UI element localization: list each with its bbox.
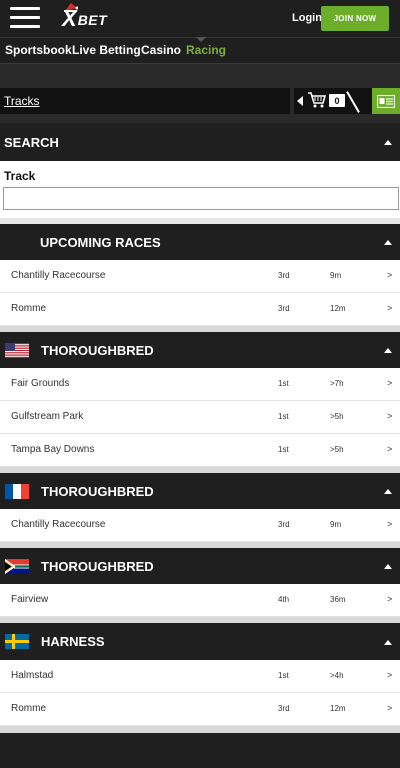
tracks-link[interactable]: Tracks [4,94,40,108]
chevron-right-icon: > [387,594,393,604]
login-link[interactable]: Login [292,12,322,24]
search-panel: Track [0,161,400,218]
track-name: Halmstad [11,670,54,681]
track-name: Tampa Bay Downs [11,444,95,455]
track-name: Romme [11,303,47,314]
chevron-up-icon[interactable] [384,239,392,245]
header-spacer [0,63,400,87]
divider-slash [346,91,360,113]
section-title: THOROUGHBRED [41,558,154,574]
race-number: 3rd [278,704,290,713]
race-number: 1st [278,379,289,388]
track-field-label: Track [4,169,36,183]
harness-se-header[interactable]: HARNESS [0,623,400,660]
thoroughbred-fr-header[interactable]: THOROUGHBRED [0,473,400,509]
id-card-button[interactable] [372,88,400,114]
time-to-post: 36m [330,595,346,604]
top-header: X BET Login JOIN NOW [0,0,400,37]
time-to-post: 9m [330,520,342,529]
section-title: UPCOMING RACES [40,234,161,250]
track-name: Fair Grounds [11,378,70,389]
track-name: Romme [11,703,47,714]
race-number: 3rd [278,271,290,280]
chevron-right-icon: > [387,519,393,529]
nav-racing[interactable]: Racing [186,43,226,57]
list-item[interactable]: Tampa Bay Downs 1st >5h > [0,434,400,467]
race-number: 1st [278,412,289,421]
list-item[interactable]: Romme 3rd 12m > [0,293,400,326]
track-search-input[interactable] [3,187,399,210]
list-item[interactable]: Romme 3rd 12m > [0,693,400,726]
list-item[interactable]: Fair Grounds 1st >7h > [0,368,400,401]
time-to-post: >4h [330,671,344,680]
list-item[interactable]: Chantilly Racecourse 3rd 9m > [0,509,400,542]
south-africa-flag-icon [5,559,29,574]
time-to-post: 12m [330,704,346,713]
tracks-bar: Tracks 0 [0,88,400,114]
time-to-post: >5h [330,412,344,421]
section-title: HARNESS [41,634,105,649]
search-section-header[interactable]: SEARCH [0,123,400,161]
race-number: 3rd [278,520,290,529]
nav-active-caret [196,37,206,42]
chevron-up-icon[interactable] [384,347,392,353]
france-flag-icon [5,484,29,499]
race-number: 1st [278,445,289,454]
time-to-post: 9m [330,271,342,280]
list-item[interactable]: Fairview 4th 36m > [0,584,400,617]
chevron-right-icon: > [387,378,393,388]
hamburger-menu-icon[interactable] [10,7,40,29]
main-nav: Sportsbook Live Betting Casino Racing [0,37,400,63]
cart-count-badge: 0 [329,94,345,107]
chevron-right-icon: > [387,270,393,280]
thoroughbred-za-header[interactable]: THOROUGHBRED [0,548,400,584]
footer-area [0,733,400,768]
join-now-button[interactable]: JOIN NOW [321,6,389,31]
chevron-right-icon: > [387,411,393,421]
nav-sportsbook[interactable]: Sportsbook [5,43,72,57]
section-title: THOROUGHBRED [41,342,154,358]
nav-casino[interactable]: Casino [141,43,181,57]
track-name: Fairview [11,594,49,605]
nav-live-betting[interactable]: Live Betting [72,43,141,57]
race-number: 1st [278,671,289,680]
chevron-up-icon[interactable] [384,639,392,645]
thoroughbred-us-header[interactable]: THOROUGHBRED [0,332,400,368]
santa-hat-icon [64,3,78,12]
id-card-icon [377,94,395,108]
chevron-up-icon[interactable] [384,139,392,145]
list-item[interactable]: Chantilly Racecourse 3rd 9m > [0,260,400,293]
chevron-right-icon: > [387,670,393,680]
race-number: 4th [278,595,290,604]
list-item[interactable]: Halmstad 1st >4h > [0,660,400,693]
chevron-right-icon: > [387,703,393,713]
logo-bet: BET [77,12,108,28]
betslip-cart[interactable]: 0 [294,88,372,114]
us-flag-icon [5,343,29,358]
track-name: Gulfstream Park [11,411,84,422]
chevron-up-icon[interactable] [384,488,392,494]
race-number: 3rd [278,304,290,313]
track-name: Chantilly Racecourse [11,270,106,281]
chevron-right-icon: > [387,303,393,313]
chevron-right-icon: > [387,444,393,454]
sweden-flag-icon [5,634,29,649]
section-separator [0,726,400,733]
back-arrow-icon[interactable] [297,96,303,106]
time-to-post: >7h [330,379,344,388]
shopping-cart-icon [308,92,326,108]
upcoming-races-header[interactable]: UPCOMING RACES [0,224,400,260]
xbet-logo[interactable]: X BET [62,3,108,30]
search-title: SEARCH [4,134,59,150]
chevron-up-icon[interactable] [384,563,392,569]
spacer [0,114,400,123]
time-to-post: >5h [330,445,344,454]
tracks-breadcrumb: Tracks [0,88,290,114]
section-title: THOROUGHBRED [41,483,154,499]
list-item[interactable]: Gulfstream Park 1st >5h > [0,401,400,434]
track-name: Chantilly Racecourse [11,519,106,530]
time-to-post: 12m [330,304,346,313]
